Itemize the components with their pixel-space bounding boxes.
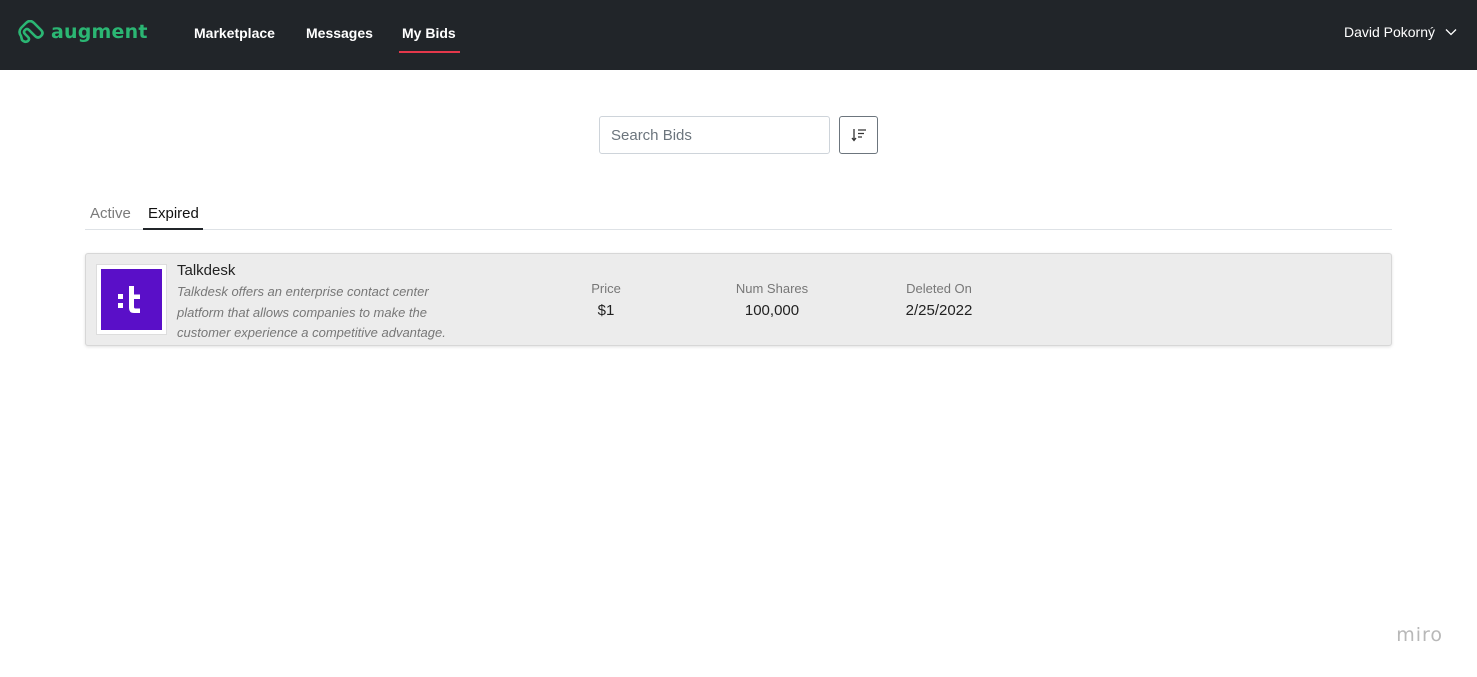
talkdesk-logo-mark <box>117 285 140 313</box>
tab-selected-indicator <box>143 228 203 230</box>
num-shares-stat: Num Shares 100,000 <box>722 281 822 320</box>
brand-logo[interactable]: augment <box>17 18 148 46</box>
tab-expired[interactable]: Expired <box>148 205 199 222</box>
augment-logo-icon <box>18 20 44 44</box>
deleted-on-value: 2/25/2022 <box>905 302 973 319</box>
price-value: $1 <box>597 302 615 319</box>
nav-my-bids[interactable]: My Bids <box>399 22 460 53</box>
num-shares-value: 100,000 <box>744 302 800 319</box>
tab-active[interactable]: Active <box>90 205 131 222</box>
tabs-divider <box>85 229 1392 230</box>
search-bids-input[interactable] <box>599 116 830 154</box>
company-description: Talkdesk offers an enterprise contact ce… <box>177 284 446 340</box>
user-name: David Pokorný <box>1343 24 1435 40</box>
deleted-on-label: Deleted On <box>906 281 972 296</box>
num-shares-label: Num Shares <box>735 281 809 296</box>
company-logo <box>96 264 167 335</box>
sort-button[interactable] <box>839 116 878 154</box>
user-menu[interactable]: David Pokorný <box>1344 24 1457 40</box>
chevron-down-icon <box>1445 29 1457 36</box>
deleted-on-stat: Deleted On 2/25/2022 <box>894 281 984 320</box>
talkdesk-logo-icon <box>101 269 162 330</box>
price-stat: Price $1 <box>581 281 631 320</box>
nav-messages[interactable]: Messages <box>306 22 373 46</box>
price-label: Price <box>591 281 621 296</box>
brand-name: augment <box>51 21 148 43</box>
top-navbar: augment Marketplace Messages My Bids Dav… <box>0 0 1477 70</box>
sort-descending-icon <box>850 129 866 142</box>
nav-marketplace[interactable]: Marketplace <box>194 22 275 46</box>
bid-card[interactable]: Talkdesk Talkdesk offers an enterprise c… <box>85 253 1392 346</box>
company-name: Talkdesk <box>177 262 236 279</box>
miro-watermark: miro <box>1396 624 1443 646</box>
